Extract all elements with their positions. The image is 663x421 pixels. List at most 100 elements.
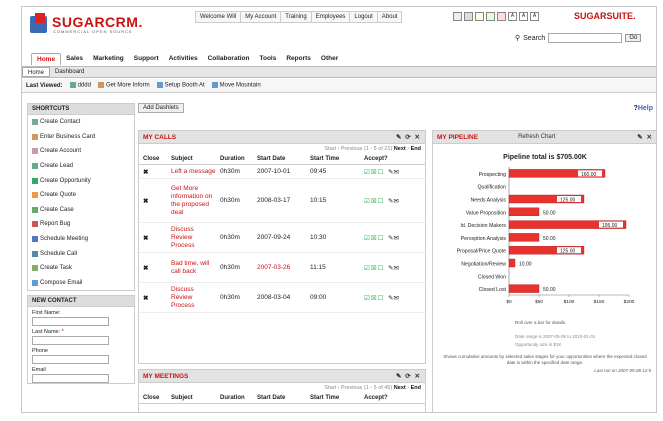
pager-start[interactable]: Start xyxy=(324,146,336,152)
edit-icon[interactable]: ✎✉ xyxy=(384,234,406,242)
close-call-icon[interactable]: ✖ xyxy=(139,197,167,205)
dashlet-controls[interactable]: ✎ ⟳ ✕ xyxy=(396,372,421,380)
close-call-icon[interactable]: ✖ xyxy=(139,264,167,272)
shortcut-item[interactable]: Create Contact xyxy=(28,115,134,130)
about-link[interactable]: About xyxy=(376,11,403,23)
pager-next[interactable]: Next xyxy=(394,146,406,152)
first-name-label: First Name: xyxy=(32,310,61,317)
tab-activities[interactable]: Activities xyxy=(164,53,203,65)
call-subject-link[interactable]: Left a message xyxy=(167,168,216,176)
theme-swatch-icon[interactable] xyxy=(486,12,495,21)
column-header[interactable]: Subject xyxy=(167,156,216,162)
theme-swatch-icon[interactable] xyxy=(497,12,506,21)
phone-field[interactable] xyxy=(32,355,109,365)
accept-icons[interactable]: ☑☒☐ xyxy=(360,197,384,205)
tab-tools[interactable]: Tools xyxy=(254,53,281,65)
shortcut-item[interactable]: Schedule Call xyxy=(28,246,134,261)
last-viewed-item[interactable]: Get More Inform xyxy=(97,82,150,89)
shortcut-item[interactable]: Enter Business Card xyxy=(28,130,134,145)
logout-link[interactable]: Logout xyxy=(349,11,377,23)
tab-home[interactable]: Home xyxy=(31,53,62,65)
last-name-field[interactable] xyxy=(32,336,109,346)
call-start-time: 11:15 xyxy=(310,264,326,271)
training-link[interactable]: Training xyxy=(280,11,311,23)
search-input[interactable] xyxy=(548,33,623,43)
call-start-date: 2007-09-24 xyxy=(257,234,291,241)
shortcut-icon xyxy=(32,148,38,155)
theme-swatch-icon[interactable] xyxy=(453,12,462,21)
column-header[interactable]: Start Time xyxy=(306,395,360,401)
shortcut-item[interactable]: Schedule Meeting xyxy=(28,232,134,247)
add-dashlets-button[interactable]: Add Dashlets xyxy=(138,103,184,113)
tab-support[interactable]: Support xyxy=(129,53,164,65)
last-viewed-item[interactable]: Move Mountain xyxy=(211,82,261,89)
last-viewed-item[interactable]: Setup Booth At xyxy=(156,82,205,89)
my-account-link[interactable]: My Account xyxy=(240,11,281,23)
tab-other[interactable]: Other xyxy=(316,53,343,65)
shortcut-item[interactable]: Create Opportunity xyxy=(28,173,134,188)
pager-previous[interactable]: Previous xyxy=(341,146,362,152)
call-duration: 0h30m xyxy=(220,168,240,175)
accept-icons[interactable]: ☑☒☐ xyxy=(360,264,384,272)
tab-collaboration[interactable]: Collaboration xyxy=(203,53,255,65)
shortcut-item[interactable]: Create Quote xyxy=(28,188,134,203)
help-link[interactable]: ?Help xyxy=(634,105,653,112)
theme-swatch-icon[interactable] xyxy=(475,12,484,21)
edit-icon[interactable]: ✎✉ xyxy=(384,197,406,205)
column-header: Accept? xyxy=(364,395,388,401)
theme-swatch-icon[interactable] xyxy=(464,12,473,21)
accept-icons[interactable]: ☑☒☐ xyxy=(360,294,384,302)
close-call-icon[interactable]: ✖ xyxy=(139,294,167,302)
dashlet-controls[interactable]: ✎ ✕ xyxy=(637,133,653,141)
font-size-icon[interactable]: A xyxy=(519,12,528,21)
shortcut-item[interactable]: Compose Email xyxy=(28,276,134,291)
edit-icon[interactable]: ✎✉ xyxy=(384,294,406,302)
shortcut-icon xyxy=(32,206,38,213)
refresh-chart-link[interactable]: Refresh Chart xyxy=(518,134,555,140)
tab-marketing[interactable]: Marketing xyxy=(88,53,129,65)
column-header[interactable]: Duration xyxy=(216,395,253,401)
pager-next[interactable]: Next xyxy=(394,385,406,391)
record-icon xyxy=(97,82,104,89)
column-header[interactable]: Start Date xyxy=(253,156,306,162)
pager-start[interactable]: Start xyxy=(324,385,336,391)
accept-icons[interactable]: ☑☒☐ xyxy=(360,234,384,242)
pager-end[interactable]: End xyxy=(411,146,421,152)
shortcut-item[interactable]: Create Task xyxy=(28,261,134,276)
call-subject-link[interactable]: Discuss Review Process xyxy=(167,286,216,310)
column-header[interactable]: Duration xyxy=(216,156,253,162)
font-size-icon[interactable]: A xyxy=(530,12,539,21)
shortcut-item[interactable]: Report Bug xyxy=(28,217,134,232)
pager-end[interactable]: End xyxy=(411,385,421,391)
call-subject-link[interactable]: Discuss Review Process xyxy=(167,226,216,250)
email-field[interactable] xyxy=(32,374,109,384)
size-note: Opportunity size in $1K xyxy=(515,342,562,347)
category-label: Value Proposition xyxy=(466,210,506,216)
x-tick-label: $50 xyxy=(535,299,543,305)
shortcut-item[interactable]: Create Account xyxy=(28,144,134,159)
column-header[interactable]: Subject xyxy=(167,395,216,401)
tab-sales[interactable]: Sales xyxy=(61,53,88,65)
font-size-icon[interactable]: A xyxy=(508,12,517,21)
dashlet-controls[interactable]: ✎ ⟳ ✕ xyxy=(396,133,421,141)
shortcuts-title: SHORTCUTS xyxy=(28,104,134,115)
accept-icons[interactable]: ☑☒☐ xyxy=(360,168,384,176)
edit-icon[interactable]: ✎✉ xyxy=(384,264,406,272)
column-header[interactable]: Start Date xyxy=(253,395,306,401)
call-subject-link[interactable]: Bad time, will call back xyxy=(167,260,216,276)
last-viewed-item[interactable]: dddd xyxy=(69,82,91,89)
subtab-dashboard[interactable]: Dashboard xyxy=(50,69,89,75)
pager-previous[interactable]: Previous xyxy=(341,385,362,391)
first-name-field[interactable] xyxy=(32,317,109,327)
call-subject-link[interactable]: Get More information on the proposed dea… xyxy=(167,185,216,217)
edit-icon[interactable]: ✎✉ xyxy=(384,168,406,176)
close-call-icon[interactable]: ✖ xyxy=(139,168,167,176)
subtab-home[interactable]: Home xyxy=(22,67,51,77)
shortcut-item[interactable]: Create Case xyxy=(28,203,134,218)
employees-link[interactable]: Employees xyxy=(310,11,350,23)
close-call-icon[interactable]: ✖ xyxy=(139,234,167,242)
search-go-button[interactable]: Go xyxy=(625,34,642,42)
tab-reports[interactable]: Reports xyxy=(281,53,316,65)
shortcut-item[interactable]: Create Lead xyxy=(28,159,134,174)
column-header[interactable]: Start Time xyxy=(306,156,360,162)
